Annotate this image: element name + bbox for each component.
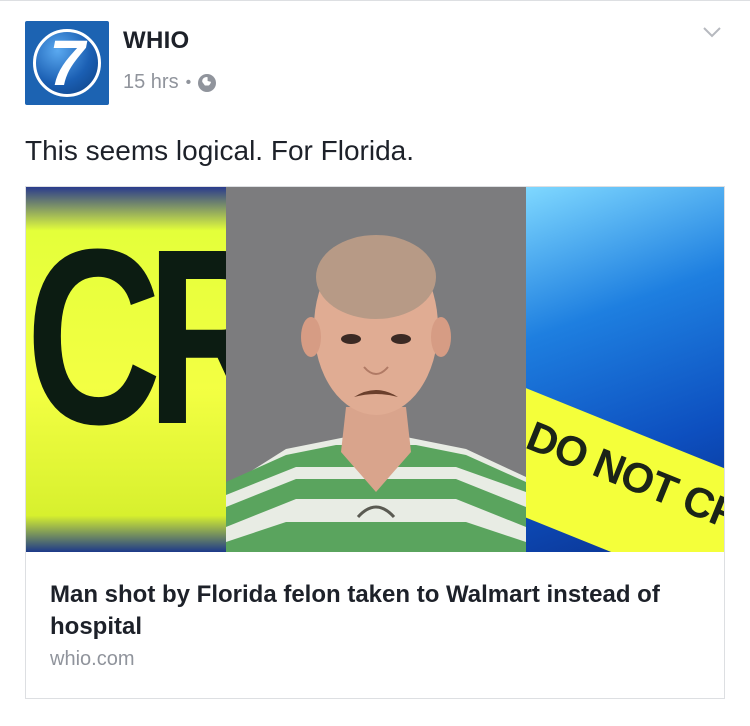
page-avatar[interactable]: 7: [25, 21, 109, 105]
crime-tape-right-image: DO NOT CROSS: [526, 187, 724, 552]
chevron-down-icon[interactable]: [701, 21, 723, 43]
link-preview-image[interactable]: CR DO NOT CROSS: [26, 187, 724, 552]
post-meta: 15 hrs •: [123, 71, 217, 94]
link-preview-card[interactable]: CR DO NOT CROSS Man shot by Florida felo…: [25, 186, 725, 699]
link-title[interactable]: Man shot by Florida felon taken to Walma…: [50, 579, 700, 643]
meta-separator: •: [185, 73, 192, 91]
avatar-logo-glyph: 7: [49, 27, 85, 99]
page-name-link[interactable]: WHIO: [123, 27, 190, 55]
news-feed-post: 7 WHIO 15 hrs • This seems logical. For …: [0, 0, 750, 726]
mugshot-image: [226, 187, 526, 552]
globe-icon[interactable]: [198, 73, 217, 92]
post-header: 7 WHIO 15 hrs •: [25, 21, 725, 111]
crime-tape-left-image: CR: [26, 187, 282, 552]
link-domain: whio.com: [50, 648, 135, 670]
post-timestamp[interactable]: 15 hrs: [123, 71, 179, 94]
post-message: This seems logical. For Florida.: [25, 135, 415, 166]
mugshot-illustration: [226, 187, 526, 552]
